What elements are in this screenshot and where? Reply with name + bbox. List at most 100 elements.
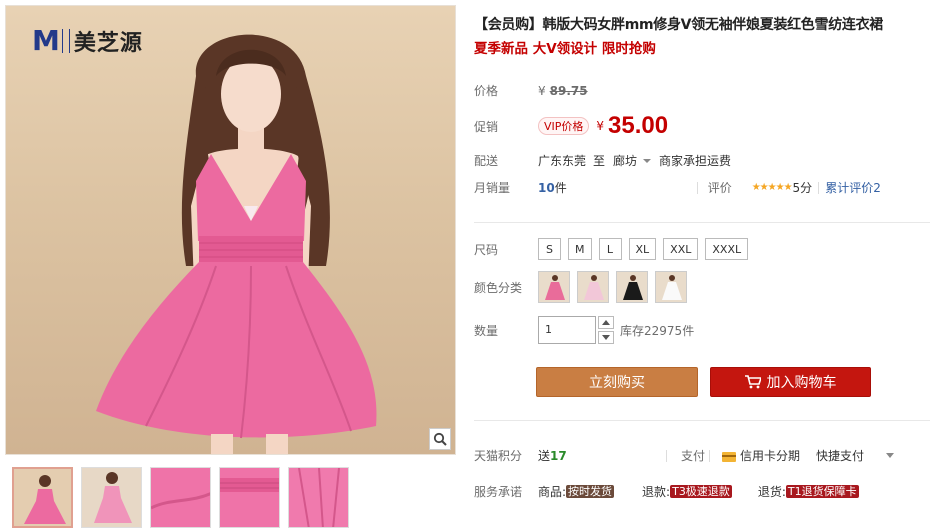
product-title: 【会员购】韩版大码女胖mm修身V领无袖伴娘夏装红色雪纺连衣裙 [474,17,884,33]
add-to-cart-button[interactable]: 加入购物车 [710,367,871,397]
points-payment-row: 天猫积分 送 17 支付 信用卡分期 快捷支付 [474,447,895,464]
stats-divider-2 [818,181,820,194]
original-price-row: 价格 ¥89.75 [474,82,588,99]
size-option-l[interactable]: L [598,238,622,260]
thumbnail-3[interactable] [150,467,211,528]
brand-divider [61,29,70,53]
brand-name: 美芝源 [73,31,143,56]
vip-price-badge: VIP价格 [538,117,590,135]
service-row: 服务承诺 商品: 按时发货 退款: T3极速退款 退货: T1退货保障卡 [474,483,859,500]
stats-row: 月销量 10 件 评价 ★★★★★ 5分 累计评价2 [474,179,881,196]
promo-price: 35.00 [608,112,669,139]
rating-label: 评价 [707,181,732,195]
size-option-xxxl[interactable]: XXXL [705,238,749,260]
reviews-count: 2 [873,181,881,195]
credit-card-icon [722,451,737,462]
promo-label: 促销 [474,119,499,134]
points-label: 天猫积分 [474,449,523,463]
quantity-row: 数量 1 库存22975件 [474,316,694,344]
color-swatch-light-pink[interactable] [577,271,609,303]
thumbnail-2[interactable] [81,467,142,528]
chevron-down-icon [602,335,610,340]
color-swatch-black[interactable] [616,271,648,303]
chevron-up-icon [602,320,610,325]
original-price: ¥89.75 [538,84,588,98]
model-photo [96,34,377,454]
main-product-image[interactable]: M 美芝源 [5,5,456,455]
shipping-fee: 商家承担运费 [659,154,732,168]
quantity-label: 数量 [474,323,499,338]
stock-info: 库存22975件 [620,322,694,339]
shipping-row: 配送 广东东莞 至 廊坊 商家承担运费 [474,152,731,169]
color-label: 颜色分类 [474,280,523,295]
ship-destination: 廊坊 [613,154,638,168]
rating-stars: ★★★★★ [751,182,793,193]
color-swatch-white[interactable] [655,271,687,303]
ship-from: 广东东莞 [538,154,587,168]
payment-divider-2 [709,449,711,462]
return-label: 退货: [757,485,786,499]
quick-pay[interactable]: 快捷支付 [816,447,864,464]
monthly-sales-label: 月销量 [474,181,511,195]
size-option-xl[interactable]: XL [628,238,657,260]
currency-symbol: ¥ [538,83,546,98]
divider-line-2 [474,420,930,421]
refund-service-tag[interactable]: T3极速退款 [670,485,732,498]
payment-divider [666,449,668,462]
credit-card-label: 信用卡分期 [740,449,801,463]
brand-logo: M 美芝源 [32,25,143,57]
original-price-value: 89.75 [549,83,588,98]
chevron-down-icon [643,158,652,163]
quantity-increase-button[interactable] [598,316,614,329]
credit-card-installment[interactable]: 信用卡分期 [722,447,800,464]
goods-service-tag[interactable]: 按时发货 [566,485,615,498]
size-row: 尺码 S M L XL XXL XXXL [474,238,749,260]
quantity-stepper [598,316,614,344]
zoom-icon[interactable] [429,428,451,450]
reviews-link[interactable]: 累计评价2 [825,179,881,196]
rating-score: 5分 [792,181,813,195]
chevron-down-icon[interactable] [886,453,895,458]
return-service-tag[interactable]: T1退货保障卡 [785,485,859,498]
reviews-label: 累计评价 [825,181,874,195]
promo-currency-symbol: ¥ [596,119,605,133]
product-header: 【会员购】韩版大码女胖mm修身V领无袖伴娘夏装红色雪纺连衣裙 夏季新品 大V领设… [474,14,930,60]
size-option-s[interactable]: S [538,238,561,260]
stock-unit: 件 [682,323,695,338]
quantity-decrease-button[interactable] [598,331,614,344]
size-option-m[interactable]: M [568,238,592,260]
cart-icon [744,375,761,389]
promo-price-row: 促销 VIP价格 ¥ 35.00 [474,112,668,140]
goods-label: 商品: [538,485,567,499]
color-options [538,271,687,303]
monthly-sales-value: 10 [538,180,555,195]
shipping-label: 配送 [474,154,499,168]
refund-label: 退款: [642,485,671,499]
color-swatch-pink[interactable] [538,271,570,303]
stock-value: 22975 [644,323,683,338]
thumbnail-5[interactable] [288,467,349,528]
color-row: 颜色分类 [474,271,687,303]
payment-label: 支付 [681,449,706,463]
thumbnail-1[interactable] [12,467,73,528]
product-subtitle: 夏季新品 大V领设计 限时抢购 [474,41,656,57]
add-to-cart-label: 加入购物车 [766,375,837,391]
service-label: 服务承诺 [474,485,523,499]
size-option-xxl[interactable]: XXL [663,238,699,260]
thumbnail-strip [12,467,349,528]
points-value: 17 [550,448,567,463]
buy-now-button[interactable]: 立刻购买 [536,367,698,397]
points-prefix: 送 [538,449,551,463]
ship-destination-select[interactable]: 廊坊 [613,152,659,169]
thumbnail-4[interactable] [219,467,280,528]
ship-to-word: 至 [593,154,606,168]
stats-divider [696,181,698,194]
quantity-input[interactable]: 1 [538,316,596,344]
stock-prefix: 库存 [620,323,645,338]
brand-mark: M [32,24,60,57]
monthly-sales-unit: 件 [554,181,567,195]
size-options: S M L XL XXL XXXL [538,238,749,260]
price-label: 价格 [474,84,499,98]
size-label: 尺码 [474,242,499,257]
product-gallery: M 美芝源 [5,5,456,528]
